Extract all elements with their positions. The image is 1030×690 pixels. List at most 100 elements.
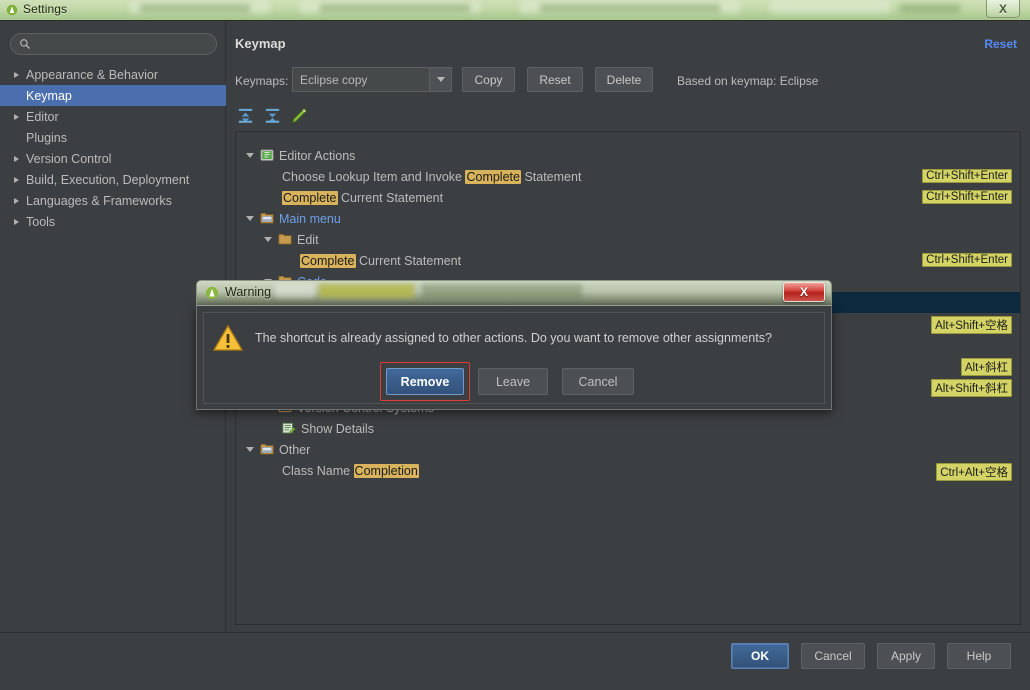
tree-row-label: Editor Actions (279, 148, 356, 163)
warning-dialog-message: The shortcut is already assigned to othe… (255, 331, 772, 345)
dialog-cancel-button[interactable]: Cancel (562, 368, 634, 395)
edit-shortcut-icon[interactable] (290, 106, 309, 125)
sidebar-item-label: Build, Execution, Deployment (26, 172, 190, 187)
search-match-highlight: Completion (353, 463, 419, 478)
tree-row-label: Main menu (279, 211, 341, 226)
copy-label: Copy (474, 72, 503, 87)
search-match-highlight: Complete (300, 253, 356, 268)
apply-label: Apply (890, 649, 922, 663)
sidebar-search-box[interactable] (10, 33, 217, 55)
chevron-down-icon[interactable] (246, 447, 254, 452)
help-button[interactable]: Help (947, 643, 1011, 669)
sidebar-item-label: Editor (26, 109, 59, 124)
chevron-right-icon[interactable] (14, 176, 19, 183)
chevron-right-icon[interactable] (14, 218, 19, 225)
tree-row[interactable]: Show Details (236, 418, 1020, 439)
chevron-right-icon[interactable] (14, 113, 19, 120)
sidebar-item-editor[interactable]: Editor (0, 106, 226, 127)
warning-triangle-icon (213, 324, 243, 351)
reset-keymap-button[interactable]: Reset (527, 67, 583, 92)
sidebar-item-build-execution-deployment[interactable]: Build, Execution, Deployment (0, 169, 226, 190)
reset-link[interactable]: Reset (984, 37, 1017, 51)
warning-dialog-title: Warning (225, 285, 272, 299)
sidebar-item-keymap[interactable]: Keymap (0, 85, 226, 106)
keymaps-label: Keymaps: (235, 74, 289, 88)
menu-folder-icon (260, 212, 274, 225)
window-title: Settings (23, 2, 68, 16)
sidebar-item-appearance-behavior[interactable]: Appearance & Behavior (0, 64, 226, 85)
window-close-button[interactable]: X (986, 0, 1020, 18)
delete-keymap-button[interactable]: Delete (595, 67, 653, 92)
expand-all-icon[interactable] (236, 106, 255, 125)
sidebar-item-label: Version Control (26, 151, 112, 166)
tree-row-label: Class Name Completion (282, 463, 419, 478)
chevron-down-icon[interactable] (429, 68, 451, 91)
remove-label: Remove (400, 374, 450, 389)
tree-row-label: Complete Current Statement (300, 253, 462, 268)
warning-dialog-close-button[interactable]: X (783, 282, 825, 302)
tree-row-label: Other (279, 442, 311, 457)
settings-sidebar: Appearance & Behavior Keymap Editor Plugins… (0, 21, 226, 633)
tree-row-label: Complete Current Statement (282, 190, 444, 205)
keymap-select[interactable]: Eclipse copy (292, 67, 452, 92)
keymap-select-value: Eclipse copy (300, 72, 368, 87)
ok-button[interactable]: OK (731, 643, 789, 669)
warning-dialog-title-bar: Warning X (196, 280, 832, 305)
tree-row-label: Show Details (301, 421, 374, 436)
folder-icon (278, 233, 292, 246)
editor-actions-icon (260, 149, 274, 162)
chevron-right-icon[interactable] (14, 155, 19, 162)
tree-row-label: Choose Lookup Item and Invoke Complete S… (282, 169, 582, 184)
sidebar-search-input[interactable] (37, 37, 202, 51)
aero-blur-streak (320, 4, 470, 13)
tree-row[interactable]: Main menu (236, 208, 1020, 229)
aero-blur-streak (140, 4, 250, 13)
reset-label: Reset (539, 72, 571, 87)
leave-button[interactable]: Leave (478, 368, 548, 395)
search-match-highlight: Complete (282, 190, 338, 205)
tree-row[interactable]: Other (236, 439, 1020, 460)
sidebar-item-tools[interactable]: Tools (0, 211, 226, 232)
aero-blur-streak (422, 284, 582, 298)
copy-keymap-button[interactable]: Copy (462, 67, 515, 92)
sidebar-item-label: Keymap (26, 88, 72, 103)
leave-label: Leave (495, 374, 531, 389)
warning-dialog: Warning X The shortcut is already assign… (196, 280, 832, 410)
tree-row[interactable]: Complete Current Statement (236, 187, 1020, 208)
dialog-cancel-label: Cancel (578, 374, 618, 389)
sidebar-item-label: Plugins (26, 130, 67, 145)
tree-row[interactable]: Edit (236, 229, 1020, 250)
show-details-icon (282, 422, 296, 435)
tree-row[interactable]: Choose Lookup Item and Invoke Complete S… (236, 166, 1020, 187)
page-title: Keymap (235, 36, 286, 51)
sidebar-item-plugins[interactable]: Plugins (0, 127, 226, 148)
cancel-label: Cancel (814, 649, 852, 663)
app-icon (205, 286, 219, 300)
tree-row[interactable]: Editor Actions (236, 145, 1020, 166)
aero-blur-streak (770, 1, 890, 14)
aero-blur-streak (275, 284, 315, 298)
chevron-right-icon[interactable] (14, 71, 19, 78)
remove-button[interactable]: Remove (386, 368, 464, 395)
tree-row[interactable]: Complete Current Statement (236, 250, 1020, 271)
sidebar-item-languages-frameworks[interactable]: Languages & Frameworks (0, 190, 226, 211)
keymap-tree-toolbar: ✕ (227, 103, 1030, 205)
sidebar-item-label: Languages & Frameworks (26, 193, 172, 208)
based-on-keymap-label: Based on keymap: Eclipse (677, 74, 819, 88)
tree-row-label: Edit (297, 232, 319, 247)
search-icon (20, 39, 30, 49)
aero-blur-streak (319, 284, 414, 298)
chevron-down-icon[interactable] (264, 237, 272, 242)
chevron-down-icon[interactable] (246, 216, 254, 221)
sidebar-item-version-control[interactable]: Version Control (0, 148, 226, 169)
help-label: Help (966, 649, 992, 663)
tree-row[interactable]: Class Name Completion (236, 460, 1020, 481)
apply-button[interactable]: Apply (877, 643, 935, 669)
cancel-button[interactable]: Cancel (801, 643, 865, 669)
delete-label: Delete (606, 72, 642, 87)
search-match-highlight: Complete (465, 169, 521, 184)
collapse-all-icon[interactable] (263, 106, 282, 125)
chevron-down-icon[interactable] (246, 153, 254, 158)
chevron-right-icon[interactable] (14, 197, 19, 204)
desktop-title-bar: Settings X (0, 0, 1030, 20)
